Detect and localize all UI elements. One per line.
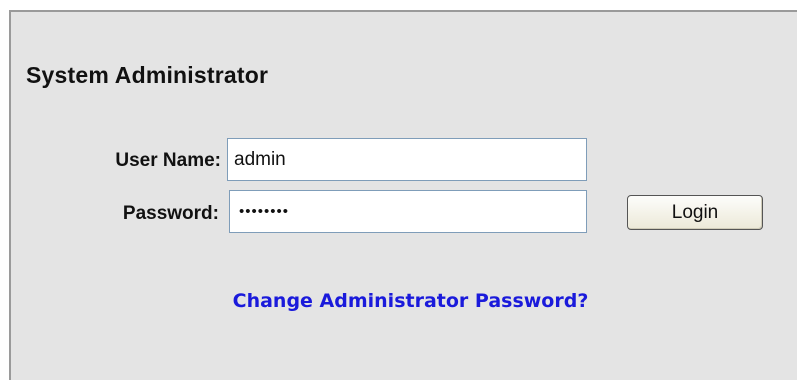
panel-title: System Administrator: [26, 62, 269, 88]
change-password-link[interactable]: Change Administrator Password?: [0, 290, 797, 312]
username-label: User Name:: [115, 150, 221, 171]
password-label: Password:: [122, 203, 219, 224]
password-field[interactable]: [229, 190, 587, 233]
change-password-link-label: Change Administrator Password?: [232, 290, 589, 312]
username-field[interactable]: [227, 138, 587, 181]
login-button[interactable]: Login: [627, 195, 763, 230]
